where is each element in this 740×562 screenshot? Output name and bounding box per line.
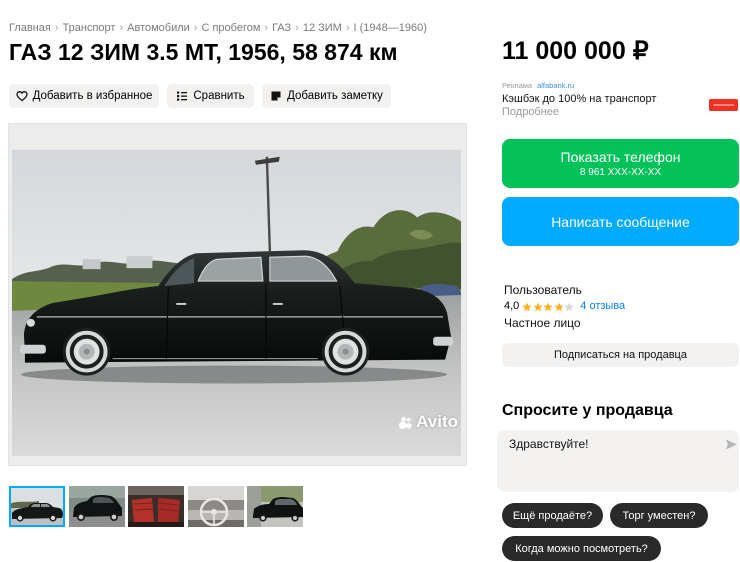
avito-logo-icon: [399, 416, 412, 429]
breadcrumb-separator: ›: [54, 22, 59, 34]
car-side-dark-thumbnail: [247, 486, 303, 527]
seller-name[interactable]: Пользователь: [504, 283, 582, 297]
seller-rating: 4,0 4 отзыва: [504, 300, 625, 313]
breadcrumb-separator: ›: [264, 22, 269, 34]
ad-text[interactable]: Кэшбэк до 100% на транспорт: [502, 92, 656, 106]
alfabank-logo[interactable]: [709, 99, 738, 111]
dashboard-steering-wheel-thumbnail: [187, 486, 244, 527]
thumbnail-1[interactable]: [9, 486, 65, 527]
quick-reply-viewing-time[interactable]: Когда можно посмотреть?: [502, 536, 661, 561]
compare-label: Сравнить: [193, 90, 245, 102]
star-icon: [564, 302, 574, 311]
star-icon: [533, 302, 543, 311]
subscribe-seller-label: Подписаться на продавца: [554, 349, 687, 361]
breadcrumb-item-used[interactable]: С пробегом: [201, 21, 260, 35]
ad-more-link[interactable]: Подробнее: [502, 105, 559, 119]
reviews-link[interactable]: 4 отзыва: [580, 300, 625, 313]
rating-value: 4,0: [504, 300, 520, 312]
star-icon: [522, 302, 532, 311]
note-icon: [271, 91, 281, 101]
compare-list-icon: [177, 91, 188, 101]
thumbnail-4[interactable]: [187, 486, 244, 527]
car-rear-thumbnail: [68, 486, 125, 527]
message-input[interactable]: Здравствуйте!: [497, 430, 721, 492]
breadcrumb: Главная › Транспорт › Автомобили › С про…: [9, 21, 427, 35]
ad-label-text: Реклама: [502, 81, 533, 90]
thumbnail-3[interactable]: [128, 486, 184, 527]
interior-seats-thumbnail: [128, 486, 184, 527]
add-note-label: Добавить заметку: [287, 90, 383, 102]
quick-reply-label: Торг уместен?: [622, 509, 696, 522]
write-message-label: Написать сообщение: [551, 213, 690, 230]
breadcrumb-item-model[interactable]: 12 ЗИМ: [303, 21, 342, 35]
seller-type: Частное лицо: [504, 316, 581, 330]
ask-seller-heading: Спросите у продавца: [502, 402, 673, 419]
breadcrumb-separator: ›: [193, 22, 198, 34]
photo-thumbnails: [9, 486, 303, 527]
masked-phone-number: 8 961 XXX-XX-XX: [579, 166, 662, 178]
quick-reply-bargain[interactable]: Торг уместен?: [610, 503, 708, 528]
breadcrumb-item-transport[interactable]: Транспорт: [63, 21, 116, 35]
breadcrumb-item-generation[interactable]: I (1948—1960): [354, 21, 427, 35]
subscribe-seller-button[interactable]: Подписаться на продавца: [502, 343, 739, 367]
rating-stars: [522, 302, 574, 312]
quick-reply-still-selling[interactable]: Ещё продаёте?: [502, 503, 603, 528]
star-icon: [554, 302, 564, 311]
breadcrumb-item-home[interactable]: Главная: [9, 21, 51, 35]
show-phone-button[interactable]: Показать телефон 8 961 XXX-XX-XX: [502, 139, 739, 188]
compare-button[interactable]: Сравнить: [167, 84, 254, 108]
send-message-button[interactable]: [725, 438, 738, 451]
breadcrumb-separator: ›: [295, 22, 299, 34]
show-phone-label: Показать телефон: [560, 148, 681, 165]
avito-watermark-text: Avito: [416, 412, 458, 431]
listing-actions: Добавить в избранное Сравнить Добавить з…: [9, 84, 391, 108]
avito-watermark: Avito: [398, 412, 458, 432]
thumbnail-2[interactable]: [68, 486, 125, 527]
breadcrumb-item-cars[interactable]: Автомобили: [127, 21, 190, 35]
heart-icon: [15, 91, 28, 102]
write-message-button[interactable]: Написать сообщение: [502, 197, 739, 246]
send-icon: [726, 439, 737, 450]
quick-reply-label: Ещё продаёте?: [512, 509, 593, 522]
add-to-favorites-button[interactable]: Добавить в избранное: [9, 84, 159, 108]
page-title: ГАЗ 12 ЗИМ 3.5 MT, 1956, 58 874 км: [9, 39, 398, 65]
price: 11 000 000 ₽: [502, 37, 649, 65]
breadcrumb-separator: ›: [119, 22, 124, 34]
main-photo[interactable]: Avito: [8, 123, 467, 466]
add-to-favorites-label: Добавить в избранное: [32, 90, 153, 102]
ad-label: Реклама alfabank.ru: [502, 81, 574, 90]
message-box: Здравствуйте!: [497, 430, 739, 492]
breadcrumb-item-brand[interactable]: ГАЗ: [272, 21, 291, 35]
star-icon: [543, 302, 553, 311]
add-note-button[interactable]: Добавить заметку: [262, 84, 391, 108]
ad-domain-link[interactable]: alfabank.ru: [537, 81, 574, 90]
thumbnail-5[interactable]: [247, 486, 303, 527]
car-side-thumbnail: [9, 486, 65, 527]
breadcrumb-separator: ›: [345, 22, 350, 34]
quick-reply-label: Когда можно посмотреть?: [515, 542, 648, 555]
